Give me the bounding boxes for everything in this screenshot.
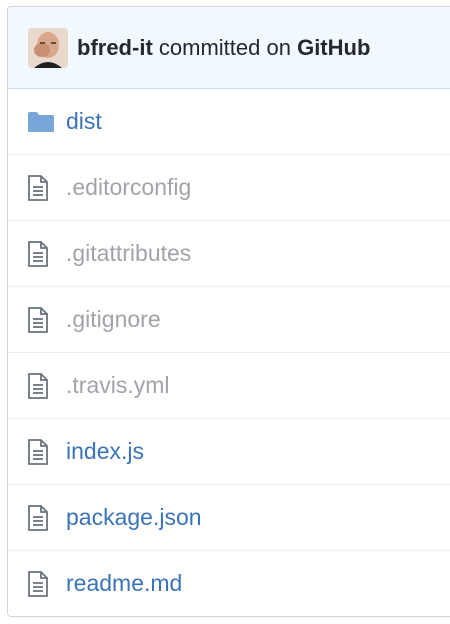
file-row-travis[interactable]: .travis.yml: [8, 352, 450, 418]
commit-header: bfred-it committed on GitHub: [8, 7, 450, 89]
file-row-gitignore[interactable]: .gitignore: [8, 286, 450, 352]
file-name[interactable]: .editorconfig: [66, 174, 191, 201]
file-icon: [27, 240, 55, 267]
file-icon: [27, 438, 55, 465]
commit-author[interactable]: bfred-it: [77, 35, 153, 60]
file-icon: [27, 372, 55, 399]
file-name[interactable]: .gitignore: [66, 306, 161, 333]
file-name[interactable]: .gitattributes: [66, 240, 191, 267]
file-list: dist .editorconfig .gitattributes .gitig…: [8, 89, 450, 616]
file-row-gitattributes[interactable]: .gitattributes: [8, 220, 450, 286]
file-row-index-js[interactable]: index.js: [8, 418, 450, 484]
file-name[interactable]: package.json: [66, 504, 202, 531]
commit-message: bfred-it committed on GitHub: [77, 35, 370, 61]
file-icon: [27, 306, 55, 333]
file-row-package-json[interactable]: package.json: [8, 484, 450, 550]
file-name[interactable]: dist: [66, 108, 102, 135]
avatar[interactable]: [28, 27, 68, 68]
file-row-editorconfig[interactable]: .editorconfig: [8, 154, 450, 220]
file-icon: [27, 174, 55, 201]
folder-icon: [27, 109, 55, 135]
file-row-dist[interactable]: dist: [8, 89, 450, 154]
commit-action: committed on: [158, 34, 291, 60]
file-browser-panel: bfred-it committed on GitHub dist .edito…: [7, 6, 450, 617]
file-icon: [27, 570, 55, 597]
file-icon: [27, 504, 55, 531]
file-row-readme[interactable]: readme.md: [8, 550, 450, 616]
file-name[interactable]: readme.md: [66, 570, 182, 597]
file-name[interactable]: index.js: [66, 438, 144, 465]
file-name[interactable]: .travis.yml: [66, 372, 170, 399]
commit-platform[interactable]: GitHub: [297, 35, 370, 60]
